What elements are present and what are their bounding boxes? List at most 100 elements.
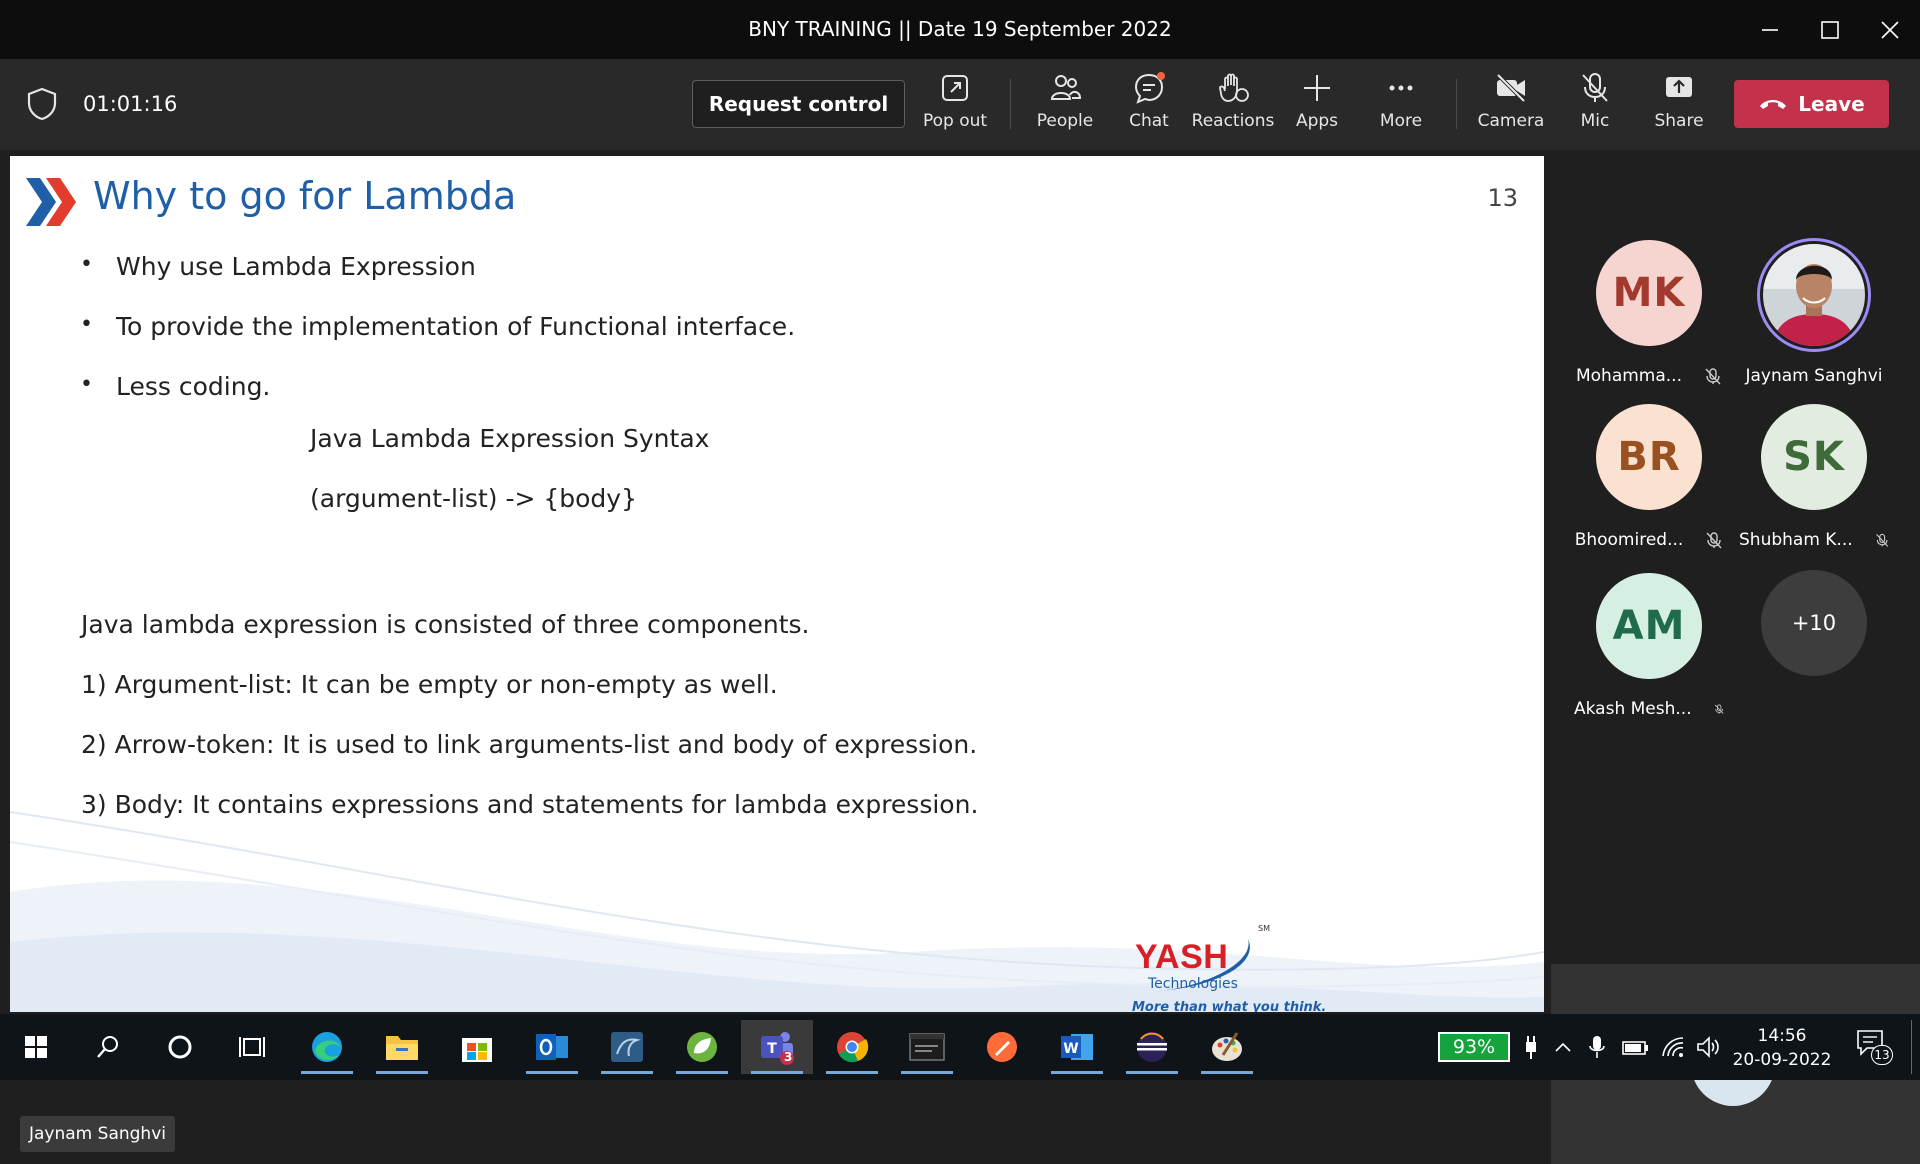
taskbar-postman[interactable] bbox=[966, 1020, 1038, 1074]
reactions-label: Reactions bbox=[1191, 111, 1275, 131]
search-button[interactable] bbox=[72, 1020, 144, 1074]
taskbar-outlook[interactable] bbox=[516, 1020, 588, 1074]
minimize-button[interactable] bbox=[1740, 0, 1800, 59]
avatar: SK bbox=[1761, 404, 1867, 510]
battery-indicator[interactable]: 93% bbox=[1438, 1032, 1510, 1062]
plus-icon bbox=[1304, 75, 1330, 101]
svg-text:T: T bbox=[767, 1041, 777, 1057]
maximize-button[interactable] bbox=[1800, 0, 1860, 59]
battery-tray-icon[interactable] bbox=[1621, 1034, 1649, 1060]
outlook-icon bbox=[536, 1034, 568, 1060]
start-button[interactable] bbox=[0, 1020, 72, 1074]
taskbar-chrome[interactable] bbox=[816, 1020, 888, 1074]
mic-muted-icon bbox=[1875, 533, 1888, 547]
participant-tile[interactable]: SK Shubham K... bbox=[1739, 404, 1889, 550]
store-icon bbox=[462, 1038, 492, 1062]
chevron-up-icon[interactable] bbox=[1553, 1034, 1573, 1060]
bullet-text: Why use Lambda Expression bbox=[116, 252, 476, 281]
chat-button[interactable]: Chat bbox=[1107, 71, 1191, 143]
presenter-name-tag: Jaynam Sanghvi bbox=[20, 1116, 175, 1152]
people-label: People bbox=[1036, 111, 1094, 131]
raise-hand-icon bbox=[1219, 73, 1249, 102]
syntax-heading: Java Lambda Expression Syntax bbox=[310, 424, 710, 453]
microphone-tray-icon[interactable] bbox=[1588, 1034, 1606, 1060]
teams-badge: 3 bbox=[784, 1050, 793, 1064]
camera-off-icon bbox=[1496, 73, 1526, 103]
mysql-terminal-icon bbox=[909, 1033, 945, 1061]
chrome-icon bbox=[837, 1032, 869, 1063]
system-clock[interactable]: 14:56 20-09-2022 bbox=[1732, 1024, 1832, 1072]
toolbar-divider bbox=[1010, 79, 1011, 129]
avatar: AM bbox=[1596, 573, 1702, 679]
participant-tile[interactable]: AM Akash Mesh... bbox=[1574, 573, 1724, 719]
cortana-button[interactable] bbox=[144, 1020, 216, 1074]
hang-up-icon bbox=[1760, 100, 1787, 109]
slide-title: Why to go for Lambda bbox=[93, 174, 517, 218]
meeting-timer: 01:01:16 bbox=[83, 92, 178, 116]
volume-icon[interactable] bbox=[1695, 1034, 1721, 1060]
logo-brand: YASH bbox=[1135, 938, 1229, 976]
bullet-dot: • bbox=[80, 372, 93, 397]
request-control-button[interactable]: Request control bbox=[692, 80, 905, 128]
more-button[interactable]: More bbox=[1359, 71, 1443, 143]
taskbar-spring-tool-suite[interactable] bbox=[666, 1020, 738, 1074]
svg-text:W: W bbox=[1063, 1041, 1078, 1057]
participant-tile[interactable]: MK Mohamma... bbox=[1574, 240, 1724, 386]
avatar: MK bbox=[1596, 240, 1702, 346]
reactions-button[interactable]: Reactions bbox=[1191, 71, 1275, 143]
chat-icon bbox=[1134, 72, 1165, 104]
taskbar-paint[interactable] bbox=[1191, 1020, 1263, 1074]
word-icon: W bbox=[1061, 1034, 1093, 1060]
camera-button[interactable]: Camera bbox=[1469, 71, 1553, 143]
avatar-photo bbox=[1763, 244, 1865, 346]
task-view-button[interactable] bbox=[216, 1020, 288, 1074]
mic-button[interactable]: Mic bbox=[1553, 71, 1637, 143]
edge-browser-icon bbox=[312, 1032, 342, 1062]
participant-name: Mohamma... bbox=[1575, 366, 1682, 386]
participant-name: Jaynam Sanghvi bbox=[1745, 366, 1883, 386]
leave-button[interactable]: Leave bbox=[1734, 80, 1889, 128]
power-plug-icon bbox=[1526, 1036, 1536, 1059]
toolbar-divider bbox=[1456, 79, 1457, 129]
logo-service-mark: SM bbox=[1258, 924, 1270, 933]
mysql-workbench-icon bbox=[611, 1032, 643, 1062]
close-button[interactable] bbox=[1860, 0, 1920, 59]
show-desktop-button[interactable] bbox=[1911, 1020, 1912, 1074]
taskbar-teams[interactable]: T 3 bbox=[741, 1020, 813, 1074]
share-screen-icon bbox=[1666, 77, 1692, 97]
postman-icon bbox=[987, 1032, 1017, 1062]
share-label: Share bbox=[1654, 111, 1704, 131]
taskbar-mysql-workbench[interactable] bbox=[591, 1020, 663, 1074]
double-chevron-icon bbox=[26, 178, 76, 226]
share-button[interactable]: Share bbox=[1637, 71, 1721, 143]
people-button[interactable]: People bbox=[1023, 71, 1107, 143]
taskbar-edge[interactable] bbox=[291, 1020, 363, 1074]
notifications-button[interactable]: 13 bbox=[1855, 1028, 1895, 1068]
logo-sub: Technologies bbox=[1148, 976, 1238, 992]
spring-leaf-icon bbox=[687, 1032, 717, 1062]
window-title: BNY TRAINING || Date 19 September 2022 bbox=[748, 17, 1172, 41]
more-participants-button[interactable]: +10 bbox=[1739, 570, 1889, 676]
mic-label: Mic bbox=[1580, 111, 1610, 131]
search-icon bbox=[97, 1036, 118, 1058]
apps-button[interactable]: Apps bbox=[1275, 71, 1359, 143]
mic-muted-icon bbox=[1705, 368, 1721, 385]
shield-icon bbox=[27, 87, 57, 121]
participant-tile[interactable]: BR Bhoomired... bbox=[1574, 404, 1724, 550]
bullet-item: • To provide the implementation of Functi… bbox=[80, 312, 795, 372]
bullet-text: Less coding. bbox=[116, 372, 271, 401]
windows-taskbar: T 3 W 93% 14:56 20-09-2022 13 bbox=[0, 1014, 1920, 1080]
participant-name: Shubham K... bbox=[1739, 530, 1853, 550]
pop-out-button[interactable]: Pop out bbox=[913, 71, 997, 143]
meeting-toolbar: 01:01:16 Request control Pop out People … bbox=[0, 59, 1920, 150]
eclipse-icon bbox=[1137, 1032, 1167, 1062]
participant-tile-active-speaker[interactable]: Jaynam Sanghvi bbox=[1739, 238, 1889, 386]
taskbar-eclipse[interactable] bbox=[1116, 1020, 1188, 1074]
people-icon bbox=[1050, 75, 1082, 100]
taskbar-mysql-shell[interactable] bbox=[891, 1020, 963, 1074]
taskbar-store[interactable] bbox=[441, 1020, 513, 1074]
logo-tagline: More than what you think. bbox=[1132, 1000, 1327, 1012]
wifi-icon[interactable] bbox=[1660, 1034, 1686, 1060]
taskbar-word[interactable]: W bbox=[1041, 1020, 1113, 1074]
taskbar-file-explorer[interactable] bbox=[366, 1020, 438, 1074]
